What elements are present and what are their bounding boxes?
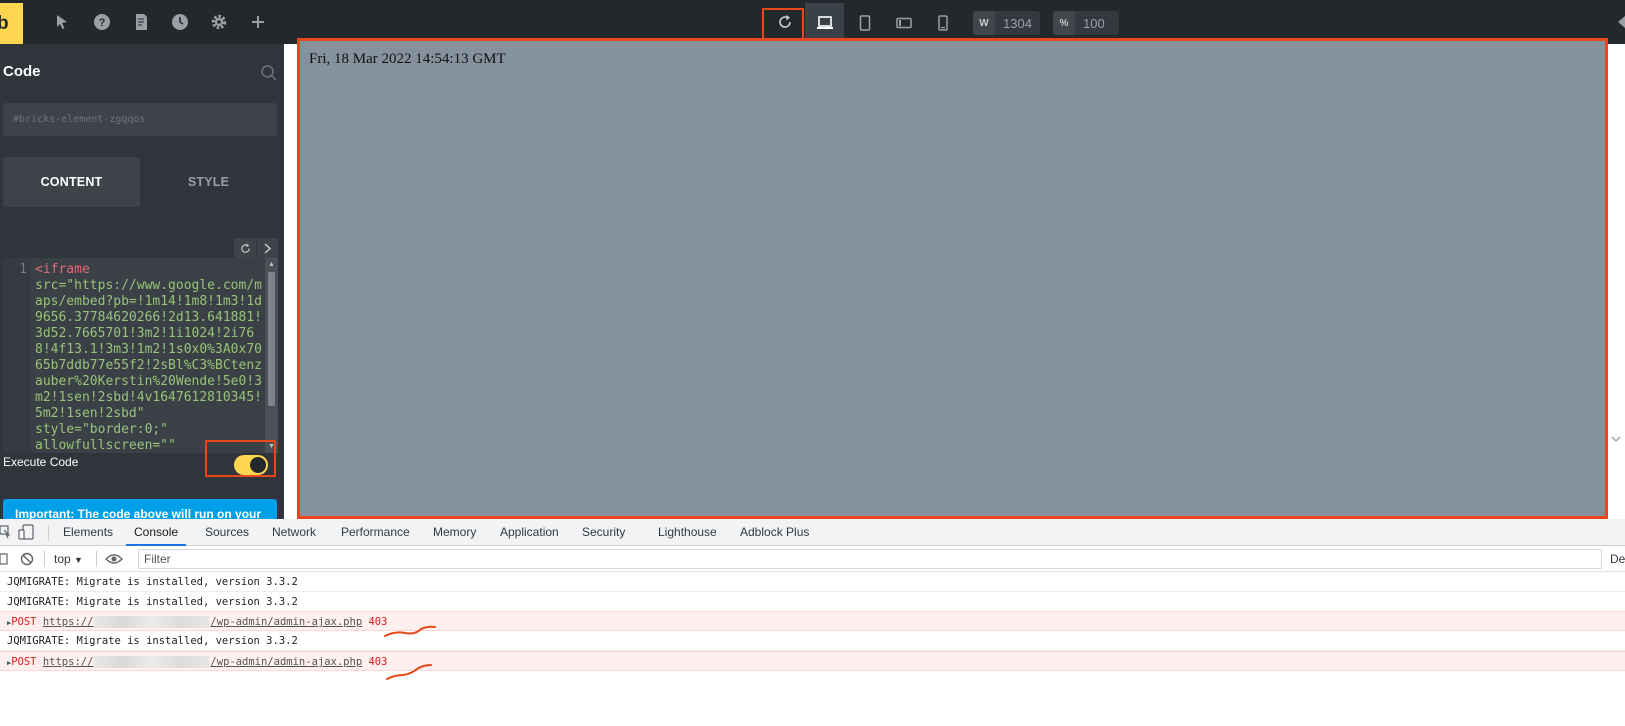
request-url[interactable]: https:// /wp-admin/admin-ajax.php [43, 656, 362, 668]
phone-icon [937, 14, 948, 31]
code-scrollbar[interactable]: ▲ ▼ [265, 258, 278, 453]
tab-application[interactable]: Application [500, 519, 559, 546]
redacted-domain [94, 616, 210, 628]
tab-elements[interactable]: Elements [63, 519, 113, 546]
scroll-thumb[interactable] [268, 272, 275, 406]
width-value[interactable]: 1304 [995, 16, 1040, 31]
separator [96, 551, 97, 567]
gear-icon[interactable] [209, 12, 229, 32]
canvas-zoom-field[interactable]: % 100 [1053, 11, 1119, 35]
request-method: POST [11, 656, 37, 668]
canvas-date-text: Fri, 18 Mar 2022 14:54:13 GMT [309, 51, 506, 67]
code-tag: <iframe [35, 262, 90, 277]
tab-security[interactable]: Security [582, 519, 625, 546]
tablet-landscape-button[interactable] [884, 3, 923, 42]
request-url[interactable]: https:// /wp-admin/admin-ajax.php [43, 616, 362, 628]
css-selector-input[interactable] [3, 103, 277, 136]
zoom-label: % [1053, 11, 1075, 35]
laptop-icon [816, 15, 833, 29]
plus-icon[interactable] [248, 12, 268, 32]
console-filter-input[interactable] [138, 549, 1602, 569]
desktop-view-button[interactable] [805, 3, 844, 42]
page-icon[interactable] [131, 12, 151, 32]
clear-console-icon[interactable] [20, 552, 34, 566]
collapse-arrow-icon[interactable] [1615, 14, 1625, 30]
annotation-scribble [386, 664, 432, 680]
annotation-scribble [384, 625, 436, 637]
console-log-row: JQMIGRATE: Migrate is installed, version… [0, 631, 1625, 651]
caret-down-icon: ▼ [74, 555, 83, 565]
mobile-view-button[interactable] [923, 3, 962, 42]
device-toolbar-icon[interactable] [18, 524, 34, 540]
request-method: POST [11, 616, 37, 628]
code-editor[interactable]: 1 <iframe src="https://www.google.com/ma… [3, 258, 278, 453]
tab-performance[interactable]: Performance [341, 519, 410, 546]
code-expand-button[interactable] [256, 238, 278, 258]
zoom-value[interactable]: 100 [1075, 16, 1113, 31]
bricks-logo[interactable]: b [0, 3, 23, 44]
console-log-row: JQMIGRATE: Migrate is installed, version… [0, 592, 1625, 612]
url-path: /wp-admin/admin-ajax.php [210, 656, 363, 668]
history-icon[interactable] [170, 12, 190, 32]
console-error-row[interactable]: ▶POST https:///wp-admin/admin-ajax.php 4… [0, 651, 1625, 671]
default-levels-dropdown[interactable]: De [1610, 552, 1625, 566]
separator [48, 525, 49, 541]
sidebar-toggle-icon[interactable] [0, 553, 8, 565]
redacted-domain [94, 656, 210, 668]
code-attributes: src="https://www.google.com/maps/embed?p… [35, 278, 262, 453]
canvas-width-field[interactable]: W 1304 [973, 11, 1040, 35]
tab-network[interactable]: Network [272, 519, 316, 546]
context-label: top [54, 552, 71, 566]
toggle-highlight-box [205, 440, 276, 477]
devtools-tab-bar: Elements Console Sources Network Perform… [0, 519, 1625, 546]
devtools-panel: Elements Console Sources Network Perform… [0, 519, 1625, 726]
tablet-icon [859, 14, 870, 31]
tab-sources[interactable]: Sources [205, 519, 249, 546]
search-icon[interactable] [260, 64, 278, 82]
tab-console[interactable]: Console [126, 519, 187, 546]
preview-canvas[interactable]: Fri, 18 Mar 2022 14:54:13 GMT [300, 41, 1605, 516]
url-prefix: https:// [42, 616, 94, 628]
code-content[interactable]: <iframe src="https://www.google.com/maps… [35, 262, 263, 453]
context-selector[interactable]: top ▼ [54, 552, 83, 566]
console-error-row[interactable]: ▶POST https:///wp-admin/admin-ajax.php 4… [0, 611, 1625, 631]
important-notice: Important: The code above will run on yo… [3, 499, 277, 519]
separator [44, 551, 45, 567]
svg-text:?: ? [99, 17, 106, 29]
chevron-right-icon [264, 242, 272, 254]
console-log-row: JQMIGRATE: Migrate is installed, version… [0, 572, 1625, 592]
line-number: 1 [3, 258, 31, 453]
tab-lighthouse[interactable]: Lighthouse [658, 519, 717, 546]
preview-canvas-frame: Fri, 18 Mar 2022 14:54:13 GMT [297, 38, 1608, 519]
scroll-up-icon[interactable]: ▲ [267, 260, 276, 269]
url-prefix: https:// [42, 656, 94, 668]
code-reset-button[interactable] [234, 238, 256, 258]
eye-icon[interactable] [105, 553, 123, 565]
width-label: W [973, 11, 995, 35]
tab-memory[interactable]: Memory [433, 519, 476, 546]
code-controls [234, 238, 278, 258]
tablet-landscape-icon [895, 17, 912, 28]
execute-code-label: Execute Code [3, 455, 79, 469]
inspect-icon[interactable] [0, 525, 10, 539]
tablet-portrait-button[interactable] [845, 3, 884, 42]
tab-content[interactable]: CONTENT [3, 157, 140, 207]
chevron-down-icon[interactable] [1610, 434, 1622, 444]
console-toolbar: top ▼ De [0, 546, 1625, 572]
cursor-icon[interactable] [52, 12, 72, 32]
tab-adblock-plus[interactable]: Adblock Plus [740, 519, 809, 546]
panel-title: Code [3, 63, 41, 80]
url-path: /wp-admin/admin-ajax.php [210, 616, 363, 628]
tab-style[interactable]: STYLE [140, 157, 277, 207]
help-icon[interactable]: ? [92, 12, 112, 32]
refresh-icon [240, 242, 250, 253]
